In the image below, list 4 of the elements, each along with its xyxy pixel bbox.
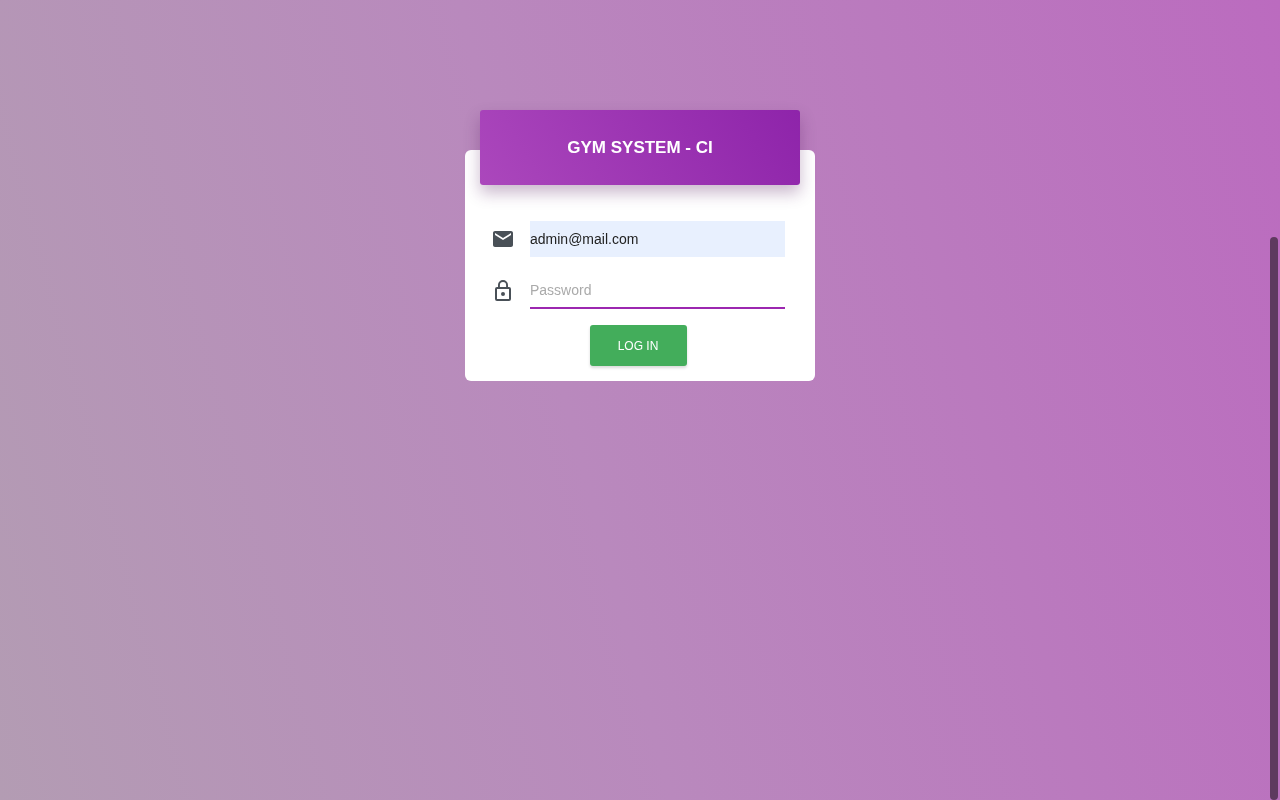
password-field[interactable]: Password xyxy=(530,273,785,309)
email-field[interactable]: admin@mail.com xyxy=(530,221,785,257)
scrollbar-thumb[interactable] xyxy=(1270,237,1278,800)
header-title: GYM SYSTEM - CI xyxy=(567,136,713,159)
